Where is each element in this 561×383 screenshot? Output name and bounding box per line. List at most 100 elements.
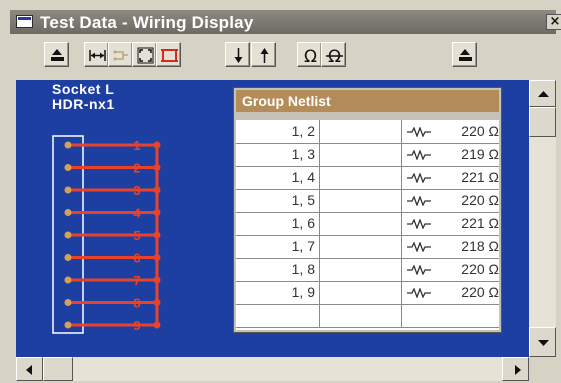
resistance-value: 220 Ω — [461, 284, 499, 300]
table-row[interactable]: 1, 8 220 Ω — [236, 258, 499, 282]
table-row[interactable] — [236, 304, 499, 328]
arrow-down-button[interactable] — [225, 42, 250, 67]
arrow-up-icon — [260, 48, 269, 63]
resistance-cell: 219 Ω — [402, 143, 503, 166]
bus-junction — [153, 231, 161, 239]
bracket-red-icon — [161, 49, 178, 62]
bus-junction — [153, 164, 161, 171]
fit-width-icon — [89, 50, 106, 61]
close-button[interactable]: × — [546, 14, 561, 30]
pin-number: 1 — [133, 138, 140, 153]
resistor-icon — [407, 150, 431, 160]
arrow-left-icon — [26, 365, 32, 375]
resistor-icon — [407, 127, 431, 137]
clear-resistance-button[interactable]: Ω — [321, 42, 346, 67]
wiring-panel: Socket L HDR-nx1 123456789 Group Netlist… — [16, 80, 529, 357]
arrow-up-button[interactable] — [251, 42, 276, 67]
empty-cell — [320, 235, 402, 258]
scroll-thumb[interactable] — [529, 107, 556, 137]
expand-icon — [137, 47, 154, 64]
tray-up-button[interactable] — [44, 42, 69, 67]
table-row[interactable]: 1, 9 220 Ω — [236, 281, 499, 305]
scrollbar-corner — [529, 357, 556, 381]
window-title: Test Data - Wiring Display — [40, 13, 254, 32]
arrow-up-icon — [538, 91, 549, 97]
empty-cell — [320, 281, 402, 304]
table-row[interactable]: 1, 6 221 Ω — [236, 212, 499, 236]
resistor-icon — [407, 288, 431, 298]
scroll-right-button[interactable] — [502, 357, 529, 381]
resistance-value: 220 Ω — [461, 192, 499, 208]
hscroll-thumb[interactable] — [43, 357, 73, 381]
bus-junction — [153, 209, 161, 216]
netlist-header: Group Netlist — [236, 90, 499, 112]
pin-number: 8 — [133, 296, 140, 311]
resistor-icon — [407, 242, 431, 252]
resistance-value: 219 Ω — [461, 146, 499, 162]
empty-cell — [320, 304, 402, 327]
fit-width-button[interactable] — [84, 42, 109, 67]
resistor-icon — [407, 196, 431, 206]
tray-up-icon — [51, 49, 64, 61]
resistance-cell: 220 Ω — [402, 281, 503, 304]
arrow-down-icon — [538, 340, 549, 346]
tray-up-icon — [459, 49, 472, 61]
pin-pair-cell: 1, 2 — [236, 120, 320, 143]
link-button[interactable] — [108, 42, 133, 67]
pin-pair-cell: 1, 6 — [236, 212, 320, 235]
title-bar[interactable]: Test Data - Wiring Display × — [10, 10, 561, 34]
arrow-down-icon — [234, 48, 243, 63]
bracket-button[interactable] — [156, 42, 181, 67]
pin-terminal — [64, 254, 72, 261]
empty-cell — [320, 143, 402, 166]
resistor-icon — [407, 173, 431, 183]
pin-terminal — [64, 321, 72, 329]
pin-number: 6 — [133, 251, 140, 266]
pin-terminal — [64, 186, 72, 194]
empty-cell — [320, 212, 402, 235]
link-disabled-icon — [113, 50, 128, 61]
window-icon — [16, 15, 33, 28]
table-row[interactable]: 1, 5 220 Ω — [236, 189, 499, 213]
resistance-cell: 221 Ω — [402, 166, 503, 189]
bus-junction — [153, 186, 161, 194]
pin-terminal — [64, 276, 72, 284]
resistance-value: 221 Ω — [461, 215, 499, 231]
pin-pair-cell — [236, 304, 320, 327]
tray-up-button-right[interactable] — [452, 42, 477, 67]
group-netlist-panel: Group Netlist 1, 2 220 Ω 1, 3 219 Ω 1, 4 221 … — [233, 87, 502, 333]
pin-number: 9 — [133, 318, 140, 333]
table-row[interactable]: 1, 2 220 Ω — [236, 120, 499, 144]
pin-pair-cell: 1, 5 — [236, 189, 320, 212]
pin-terminal — [64, 141, 72, 149]
empty-cell — [320, 120, 402, 143]
bus-junction — [153, 254, 161, 261]
resistance-cell: 220 Ω — [402, 120, 503, 143]
table-row[interactable]: 1, 3 219 Ω — [236, 143, 499, 167]
pin-pair-cell: 1, 3 — [236, 143, 320, 166]
omega-icon: Ω — [304, 47, 317, 67]
expand-button[interactable] — [132, 42, 157, 67]
pin-terminal — [64, 299, 72, 306]
horizontal-scrollbar[interactable] — [16, 357, 529, 381]
wiring-diagram: 1 2 3 4 5 6 7 8 9 — [52, 135, 161, 334]
scroll-left-button[interactable] — [16, 357, 43, 381]
resistance-cell: 220 Ω — [402, 258, 503, 281]
resistance-button[interactable]: Ω — [297, 42, 322, 67]
resistance-value: 220 Ω — [461, 123, 499, 139]
toolbar: Ω Ω — [10, 36, 556, 76]
arrow-right-icon — [515, 365, 521, 375]
bus-junction — [153, 321, 161, 329]
resistance-value: 221 Ω — [461, 169, 499, 185]
resistor-icon — [407, 265, 431, 275]
pin-pair-cell: 1, 4 — [236, 166, 320, 189]
resistance-cell — [402, 304, 503, 327]
scroll-down-button[interactable] — [529, 327, 556, 357]
scroll-up-button[interactable] — [529, 80, 556, 107]
table-row[interactable]: 1, 7 218 Ω — [236, 235, 499, 259]
resistance-cell: 218 Ω — [402, 235, 503, 258]
table-row[interactable]: 1, 4 221 Ω — [236, 166, 499, 190]
bus-junction — [153, 276, 161, 284]
wiring-display-window: Test Data - Wiring Display × Ω Ω Socket … — [0, 0, 561, 383]
vertical-scrollbar[interactable] — [529, 80, 556, 357]
